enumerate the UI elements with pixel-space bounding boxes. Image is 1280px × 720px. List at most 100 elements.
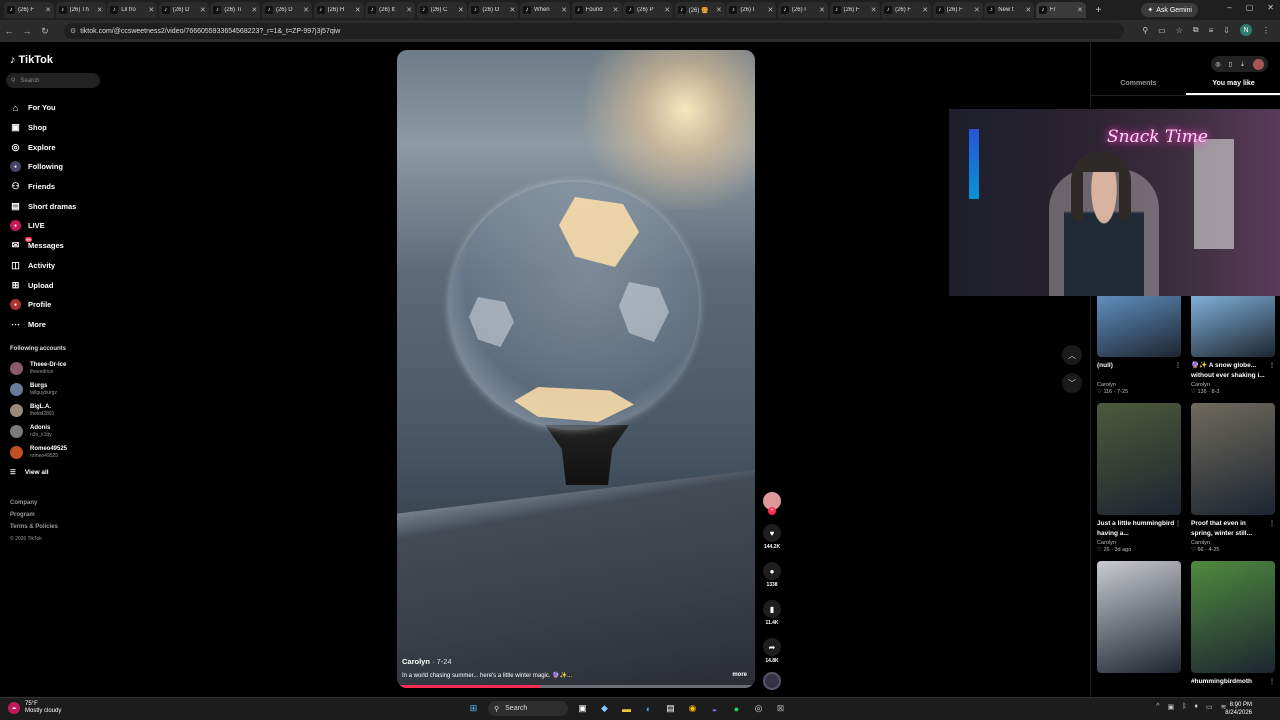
close-tab-icon[interactable]: ✕ bbox=[974, 6, 980, 14]
creator-avatar[interactable]: + bbox=[763, 492, 781, 515]
more-options-icon[interactable]: ⋮ bbox=[1269, 361, 1275, 371]
video-card[interactable]: ⋮ (null) Carolyn ♡ 116 · 7-25 bbox=[1097, 296, 1181, 395]
browser-tab[interactable]: ♪ New t ✕ bbox=[984, 2, 1035, 18]
file-explorer-icon[interactable]: ▬ bbox=[619, 701, 634, 716]
video-card[interactable]: ⋮ 🔮✨ A snow globe... without ever shaking… bbox=[1191, 296, 1275, 395]
bookmark-star-icon[interactable]: ☆ bbox=[1176, 26, 1183, 35]
minimize-button[interactable]: – bbox=[1227, 3, 1231, 12]
close-tab-icon[interactable]: ✕ bbox=[767, 6, 773, 14]
close-tab-icon[interactable]: ✕ bbox=[148, 6, 154, 14]
nav-item-following[interactable]: ● Following bbox=[10, 157, 76, 177]
close-tab-icon[interactable]: ✕ bbox=[716, 6, 722, 14]
chrome-icon[interactable]: ◉ bbox=[685, 701, 700, 716]
ask-gemini-button[interactable]: ✦ Ask Gemini bbox=[1141, 3, 1198, 17]
app-icon[interactable]: ⊠ bbox=[773, 701, 788, 716]
video-author[interactable]: Carolyn · 7-24 bbox=[402, 657, 452, 666]
close-tab-icon[interactable]: ✕ bbox=[252, 6, 258, 14]
nav-item-short-dramas[interactable]: ▤ Short dramas bbox=[10, 196, 76, 216]
spotify-icon[interactable]: ● bbox=[729, 701, 744, 716]
nav-item-profile[interactable]: ● Profile bbox=[10, 295, 76, 315]
close-tab-icon[interactable]: ✕ bbox=[1077, 6, 1083, 14]
extensions-icon[interactable]: ⧉ bbox=[1193, 25, 1199, 35]
new-tab-button[interactable]: + bbox=[1091, 3, 1105, 17]
close-tab-icon[interactable]: ✕ bbox=[458, 6, 464, 14]
browser-tab[interactable]: ♪ (26) P ✕ bbox=[623, 2, 674, 18]
copilot-icon[interactable]: ◆ bbox=[597, 701, 612, 716]
close-tab-icon[interactable]: ✕ bbox=[509, 6, 515, 14]
close-tab-icon[interactable]: ✕ bbox=[561, 6, 567, 14]
music-disc-icon[interactable] bbox=[763, 672, 781, 690]
footer-program-link[interactable]: Program bbox=[10, 509, 58, 521]
close-tab-icon[interactable]: ✕ bbox=[406, 6, 412, 14]
nav-item-activity[interactable]: ◫ Activity bbox=[10, 256, 76, 276]
close-tab-icon[interactable]: ✕ bbox=[613, 6, 619, 14]
close-tab-icon[interactable]: ✕ bbox=[303, 6, 309, 14]
tray-app-icon[interactable]: ▣ bbox=[1168, 703, 1175, 711]
footer-company-link[interactable]: Company bbox=[10, 497, 58, 509]
close-tab-icon[interactable]: ✕ bbox=[1025, 6, 1031, 14]
media-icon[interactable]: ≡ bbox=[1209, 26, 1214, 35]
video-card-author[interactable]: Carolyn bbox=[1191, 540, 1275, 546]
previous-video-button[interactable]: ︿ bbox=[1062, 345, 1082, 365]
reload-button[interactable]: ↻ bbox=[36, 26, 54, 37]
browser-tab[interactable]: ♪ (26) C ✕ bbox=[416, 2, 467, 18]
close-tab-icon[interactable]: ✕ bbox=[200, 6, 206, 14]
video-thumbnail[interactable] bbox=[1191, 296, 1275, 357]
video-card[interactable]: ⋮ Proof that even in spring, winter still… bbox=[1191, 403, 1275, 553]
store-icon[interactable]: ▤ bbox=[663, 701, 678, 716]
footer-terms-link[interactable]: Terms & Policies bbox=[10, 521, 58, 533]
taskbar-clock[interactable]: 8:00 PM 8/24/2026 bbox=[1225, 701, 1252, 717]
nav-item-friends[interactable]: ⚇ Friends bbox=[10, 177, 76, 197]
next-video-button[interactable]: ﹀ bbox=[1062, 373, 1082, 393]
browser-tab[interactable]: ♪ (26) F ✕ bbox=[932, 2, 983, 18]
more-options-icon[interactable]: ⋮ bbox=[1175, 519, 1181, 529]
browser-tab[interactable]: ♪ (26) I ✕ bbox=[777, 2, 828, 18]
following-account[interactable]: Theee-Dr-Ice theeedrice bbox=[10, 358, 67, 379]
close-tab-icon[interactable]: ✕ bbox=[45, 6, 51, 14]
bluetooth-icon[interactable]: ᛒ bbox=[1182, 703, 1186, 711]
browser-tab[interactable]: ♪ (26) H ✕ bbox=[313, 2, 364, 18]
video-player[interactable]: Carolyn · 7-24 In a world chasing summer… bbox=[397, 50, 755, 688]
video-card-author[interactable]: Carolyn bbox=[1097, 540, 1181, 546]
video-card[interactable]: ⋮ #hummingbirdmoth bbox=[1191, 561, 1275, 687]
video-thumbnail[interactable] bbox=[1191, 403, 1275, 515]
menu-icon[interactable]: ⋮ bbox=[1262, 26, 1270, 35]
browser-tab[interactable]: ♪ (26) I ✕ bbox=[726, 2, 777, 18]
video-card-author[interactable]: Carolyn bbox=[1097, 382, 1181, 388]
close-window-button[interactable]: ✕ bbox=[1267, 3, 1274, 12]
nav-item-live[interactable]: ● LIVE bbox=[10, 216, 76, 236]
following-account[interactable]: BigL.A. thekid2891 bbox=[10, 400, 67, 421]
nav-item-messages[interactable]: ✉ Messages 99 bbox=[10, 236, 76, 256]
nav-item-shop[interactable]: ▣ Shop bbox=[10, 118, 76, 138]
search-input[interactable]: ⚲ Search bbox=[6, 73, 100, 88]
windows-start-icon[interactable]: ⊞ bbox=[466, 701, 481, 716]
site-info-icon[interactable]: ⚙ bbox=[70, 27, 76, 35]
close-tab-icon[interactable]: ✕ bbox=[664, 6, 670, 14]
following-account[interactable]: Romeo49525 romeo49525 bbox=[10, 442, 67, 463]
video-thumbnail[interactable] bbox=[1191, 561, 1275, 673]
close-tab-icon[interactable]: ✕ bbox=[922, 6, 928, 14]
coin-icon[interactable]: ◎ bbox=[1215, 61, 1220, 68]
close-tab-icon[interactable]: ✕ bbox=[871, 6, 877, 14]
phone-icon[interactable]: ▯ bbox=[1229, 61, 1232, 68]
heart-icon[interactable]: ♥ bbox=[763, 524, 781, 542]
browser-tab[interactable]: ♪ (26) Ti ✕ bbox=[210, 2, 261, 18]
more-options-icon[interactable]: ⋮ bbox=[1269, 677, 1275, 687]
more-options-icon[interactable]: ⋮ bbox=[1269, 519, 1275, 529]
cast-icon[interactable]: ▭ bbox=[1158, 26, 1166, 35]
comment-icon[interactable]: ● bbox=[763, 562, 781, 580]
browser-tab[interactable]: ♪ Found ✕ bbox=[571, 2, 622, 18]
share-icon[interactable]: ➦ bbox=[763, 638, 781, 656]
tab-comments[interactable]: Comments bbox=[1091, 80, 1186, 95]
browser-tab[interactable]: ♪ (26) F ✕ bbox=[829, 2, 880, 18]
nav-item-more[interactable]: ⋯ More bbox=[10, 315, 76, 335]
downloads-icon[interactable]: ⇩ bbox=[1223, 26, 1230, 35]
display-icon[interactable]: ▭ bbox=[1206, 703, 1213, 711]
following-account[interactable]: Adonis n3o_k1tty bbox=[10, 421, 67, 442]
nav-item-explore[interactable]: ◎ Explore bbox=[10, 137, 76, 157]
browser-tab[interactable]: ♪ (26) 🍔 ✕ bbox=[674, 2, 725, 18]
zoom-icon[interactable]: ⚲ bbox=[1142, 26, 1148, 35]
back-button[interactable]: ← bbox=[0, 26, 18, 36]
edge-icon[interactable]: ◐ bbox=[641, 701, 656, 716]
video-card[interactable] bbox=[1097, 561, 1181, 687]
